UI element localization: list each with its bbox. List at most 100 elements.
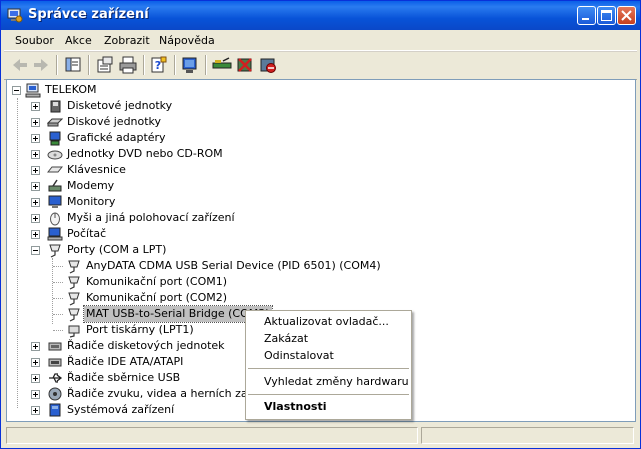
tree-root-label: TELEKOM [45, 83, 97, 96]
port-icon [68, 260, 80, 274]
menu-zobrazit[interactable]: Zobrazit [104, 34, 150, 47]
tree-item-label: Disketové jednotky [67, 99, 173, 112]
ctx-disable[interactable]: Zakázat [264, 332, 308, 345]
printer-port-icon [68, 325, 80, 338]
monitor-icon [48, 195, 62, 208]
window-title: Správce zařízení [28, 7, 149, 22]
tree-item-label: Modemy [67, 179, 115, 192]
toolbar-separator [88, 55, 90, 75]
expand-icon[interactable] [31, 166, 40, 175]
help-icon[interactable]: ? [148, 55, 170, 75]
tree-connector [53, 282, 63, 284]
tree-connector [53, 298, 63, 300]
close-icon [621, 10, 632, 21]
display-adapter-icon [49, 131, 61, 146]
expand-icon[interactable] [31, 406, 40, 415]
tree-item-label: Grafické adaptéry [67, 131, 166, 144]
disk-icon [47, 118, 63, 127]
expand-icon[interactable] [31, 358, 40, 367]
uninstall-icon[interactable] [234, 55, 256, 75]
expand-icon[interactable] [31, 182, 40, 191]
menu-soubor[interactable]: Soubor [15, 34, 54, 47]
scan-hardware-icon[interactable] [179, 55, 201, 75]
toolbar-separator [56, 55, 58, 75]
tree-item-label: Systémová zařízení [67, 403, 175, 416]
minimize-button[interactable] [577, 6, 596, 25]
system-icon [49, 403, 61, 417]
port-item-label: MAT USB-to-Serial Bridge (COM3) [83, 305, 273, 323]
device-manager-window: Správce zařízení Soubor Akce Zobrazit Ná… [0, 0, 641, 449]
menu-napoveda[interactable]: Nápověda [159, 34, 215, 47]
properties-icon[interactable] [94, 55, 116, 75]
tree-item-label: Řadiče disketových jednotek [67, 339, 225, 352]
close-button[interactable] [617, 6, 636, 25]
ctx-properties[interactable]: Vlastnosti [264, 400, 326, 413]
computer-management-icon [7, 8, 23, 23]
expand-icon[interactable] [31, 374, 40, 383]
toolbar-separator [205, 55, 207, 75]
tree-item-label: Myši a jiná polohovací zařízení [67, 211, 235, 224]
expand-icon[interactable] [31, 118, 40, 127]
title-bar[interactable]: Správce zařízení [1, 1, 640, 30]
svg-text:?: ? [155, 59, 161, 72]
menu-bar: Soubor Akce Zobrazit Nápověda [4, 30, 637, 51]
expand-icon[interactable] [31, 150, 40, 159]
tree-item-label: Klávesnice [67, 163, 126, 176]
port-item-label: Komunikační port (COM1) [86, 275, 228, 288]
controller-icon [48, 342, 62, 351]
tree-item-label: Jednotky DVD nebo CD-ROM [67, 147, 223, 160]
mouse-icon [50, 212, 60, 226]
collapse-icon[interactable] [12, 86, 21, 95]
maximize-button[interactable] [597, 6, 616, 25]
forward-icon[interactable] [30, 55, 52, 75]
status-bar [4, 425, 637, 446]
print-icon[interactable] [117, 55, 139, 75]
expand-icon[interactable] [31, 134, 40, 143]
tree-item-label: Počítač [67, 227, 107, 240]
tree-item-label: Diskové jednotky [67, 115, 162, 128]
tree-connector [53, 330, 63, 332]
expand-icon[interactable] [31, 390, 40, 399]
maximize-icon [601, 10, 612, 21]
toolbar: ? [4, 51, 637, 80]
expand-icon[interactable] [31, 102, 40, 111]
ctx-separator [248, 394, 409, 395]
port-icon [68, 276, 80, 290]
show-hide-tree-icon[interactable] [62, 55, 84, 75]
tree-connector [17, 98, 19, 408]
expand-icon[interactable] [31, 342, 40, 351]
ctx-update-driver[interactable]: Aktualizovat ovladač... [264, 315, 389, 328]
tree-item-label: Monitory [67, 195, 116, 208]
port-icon [49, 244, 61, 258]
ctx-scan-hardware[interactable]: Vyhledat změny hardwaru [264, 375, 409, 388]
status-panel [6, 427, 418, 444]
expand-icon[interactable] [31, 214, 40, 223]
computer-icon [25, 83, 41, 98]
ctx-separator [248, 368, 409, 369]
status-panel [421, 427, 634, 444]
toolbar-separator [143, 55, 145, 75]
port-item-label: AnyDATA CDMA USB Serial Device (PID 6501… [86, 259, 381, 272]
back-icon[interactable] [9, 55, 31, 75]
minimize-icon [582, 18, 589, 20]
tree-connector [53, 314, 63, 316]
ctx-uninstall[interactable]: Odinstalovat [264, 349, 334, 362]
collapse-icon[interactable] [31, 246, 40, 255]
ide-controller-icon [48, 358, 62, 367]
context-menu: Aktualizovat ovladač... Zakázat Odinstal… [245, 310, 412, 420]
expand-icon[interactable] [31, 198, 40, 207]
disable-icon[interactable] [257, 55, 279, 75]
port-item-label: Komunikační port (COM2) [86, 291, 228, 304]
port-icon [68, 292, 80, 306]
keyboard-icon [47, 166, 63, 173]
menu-akce[interactable]: Akce [65, 34, 92, 47]
tree-item-label: Řadiče sběrnice USB [67, 371, 181, 384]
tree-item-label: Porty (COM a LPT) [67, 243, 167, 256]
update-driver-icon[interactable] [211, 55, 233, 75]
toolbar-separator [174, 55, 176, 75]
tree-connector [53, 266, 63, 268]
sound-icon [48, 387, 62, 401]
floppy-icon [50, 100, 61, 113]
usb-icon [49, 373, 63, 383]
expand-icon[interactable] [31, 230, 40, 239]
